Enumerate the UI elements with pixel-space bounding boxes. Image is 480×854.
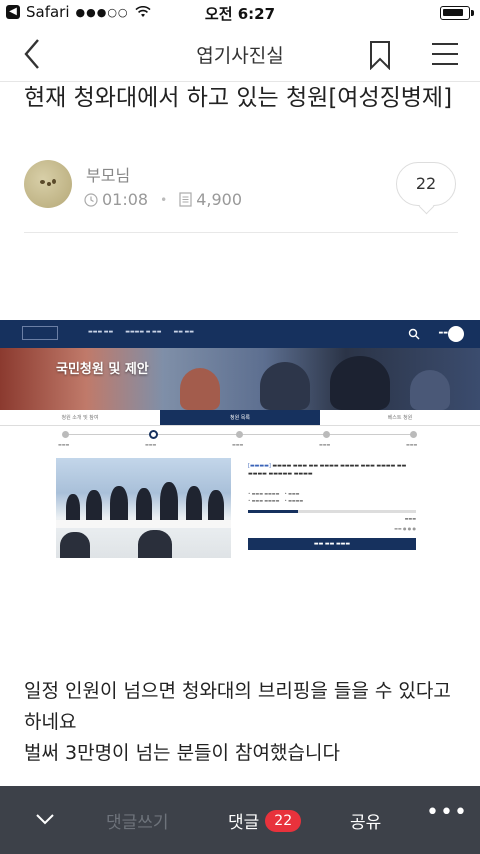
chevron-down-icon[interactable] (34, 810, 56, 828)
embed-photo-figure (136, 488, 152, 524)
meta-separator: • (160, 192, 168, 207)
article-body: 일정 인원이 넘으면 청와대의 브리핑을 들을 수 있다고 하네요 벌써 3만명… (24, 676, 464, 769)
embed-petition-progress-fill (248, 510, 299, 513)
share-button[interactable]: 공유 (350, 808, 381, 833)
post-time: 01:08 (102, 190, 149, 209)
status-bar: ◀ Safari ●●●○○ 오전 6:27 (0, 0, 480, 26)
embed-photo-figure (208, 490, 224, 524)
embed-nav-item: ▬▬▬ ▬▬ (88, 329, 114, 335)
embed-step-dot (149, 430, 158, 439)
view-count: 4,900 (196, 190, 242, 209)
embed-site-logo (22, 326, 58, 340)
embed-step-dot (62, 431, 69, 438)
article-title: 현재 청와대에서 하고 있는 청원[여성징병제] (24, 85, 453, 111)
embed-step-label: ▬▬▬ (319, 442, 331, 447)
embed-step-label: ▬▬▬ (406, 442, 418, 447)
embed-menu-label: ▬▬ (438, 330, 448, 336)
avatar-detail (52, 179, 56, 184)
embed-photo-table (56, 520, 231, 528)
avatar-detail (40, 180, 45, 184)
body-line: 일정 인원이 넘으면 청와대의 브리핑을 들을 수 있다고 하네요 (24, 680, 451, 733)
view-count-icon (179, 192, 192, 207)
article-meta: 01:08 • 4,900 (84, 190, 242, 209)
embedded-petition-screenshot: ▬▬▬ ▬▬ ▬▬▬▬ ▬ ▬▬ ▬▬ ▬▬ ▬▬ 국민청원 및 제안 청원 소… (0, 320, 480, 572)
embed-topbar: ▬▬▬ ▬▬ ▬▬▬▬ ▬ ▬▬ ▬▬ ▬▬ ▬▬ (0, 320, 480, 348)
embed-search-icon (408, 328, 420, 340)
comments-label: 댓글 (228, 813, 260, 833)
embed-step-dot (236, 431, 243, 438)
avatar-detail (47, 182, 51, 186)
hamburger-menu-icon[interactable] (430, 41, 460, 67)
embed-step-dot (410, 431, 417, 438)
embed-photo-figure (110, 486, 128, 524)
page-title: 엽기사진실 (196, 45, 284, 67)
embed-topnav: ▬▬▬ ▬▬ ▬▬▬▬ ▬ ▬▬ ▬▬ ▬▬ (88, 329, 194, 335)
bottom-toolbar: 댓글쓰기 댓글 22 공유 ••• (0, 786, 480, 854)
embed-hero-person (410, 370, 450, 410)
comments-button[interactable]: 댓글 22 (228, 808, 302, 833)
embed-hero-person (260, 362, 310, 410)
body-line: 벌써 3만명이 넘는 분들이 참여했습니다 (24, 742, 340, 764)
embed-nav-item: ▬▬▬▬ ▬ ▬▬ (125, 329, 162, 335)
comment-count-bubble[interactable]: 22 (396, 162, 456, 206)
embed-petition-text: [▬▬▬▬] ▬▬▬▬ ▬▬▬ ▬▬ ▬▬▬▬ ▬▬▬▬ ▬▬▬ ▬▬▬▬ ▬▬… (248, 463, 407, 477)
embed-step-label: ▬▬▬ (232, 442, 244, 447)
bookmark-icon[interactable] (368, 40, 392, 70)
embed-photo-figure (138, 530, 172, 558)
embed-photo-figure (160, 482, 178, 524)
battery-icon (440, 6, 474, 20)
status-time: 오전 6:27 (204, 5, 276, 23)
embed-petition-count: ▬▬▬ (404, 516, 416, 521)
embed-petition-progress (248, 510, 416, 513)
embed-tabs: 청원 소개 및 참여 청원 목록 베스트 청원 (0, 410, 480, 426)
embed-hero-person (180, 368, 220, 410)
author-row: 부모님 01:08 • 4,900 22 (24, 158, 460, 218)
embed-petition-tag: [▬▬▬▬] (248, 463, 271, 469)
embed-petition-share: ▬▬ ● ● ● (394, 526, 416, 531)
embed-tab: 베스트 청원 (387, 415, 413, 421)
embed-petition-button: ▬▬ ▬▬ ▬▬▬ (248, 538, 416, 550)
embed-petition-card: [▬▬▬▬] ▬▬▬▬ ▬▬▬ ▬▬ ▬▬▬▬ ▬▬▬▬ ▬▬▬ ▬▬▬▬ ▬▬… (244, 458, 420, 558)
embed-tab: 청원 소개 및 참여 (61, 415, 99, 421)
embed-tab: 청원 목록 (160, 410, 320, 425)
embed-banner-text: 국민청원 및 제안 (56, 362, 149, 377)
more-options-button[interactable]: ••• (426, 800, 468, 825)
embed-step-label: ▬▬▬ (58, 442, 70, 447)
embed-photo-figure (186, 486, 202, 524)
embed-photo-figure (60, 532, 90, 558)
battery-fill (443, 9, 463, 16)
embed-hero-person (330, 356, 390, 410)
embed-step-label: ▬▬▬ (145, 442, 157, 447)
embed-petition-meta: • ▬▬▬ ▬▬▬▬ • ▬▬▬ • ▬▬▬ ▬▬▬▬ • ▬▬▬▬ (248, 491, 304, 503)
embed-photo-figure (86, 490, 102, 524)
author-avatar[interactable] (24, 160, 72, 208)
author-name[interactable]: 부모님 (86, 162, 130, 186)
top-navbar: 엽기사진실 (0, 26, 480, 82)
clock-icon (84, 192, 98, 207)
embed-nav-item: ▬▬ ▬▬ (173, 329, 194, 335)
back-arrow-icon[interactable] (18, 36, 50, 72)
embed-meeting-photo (56, 458, 231, 558)
embed-step-dot (323, 431, 330, 438)
comments-count-badge: 22 (265, 809, 302, 832)
embed-menu-icon (448, 326, 464, 342)
embed-hero-banner: 국민청원 및 제안 (0, 348, 480, 410)
write-comment-button[interactable]: 댓글쓰기 (106, 808, 169, 833)
header-divider (24, 232, 458, 233)
